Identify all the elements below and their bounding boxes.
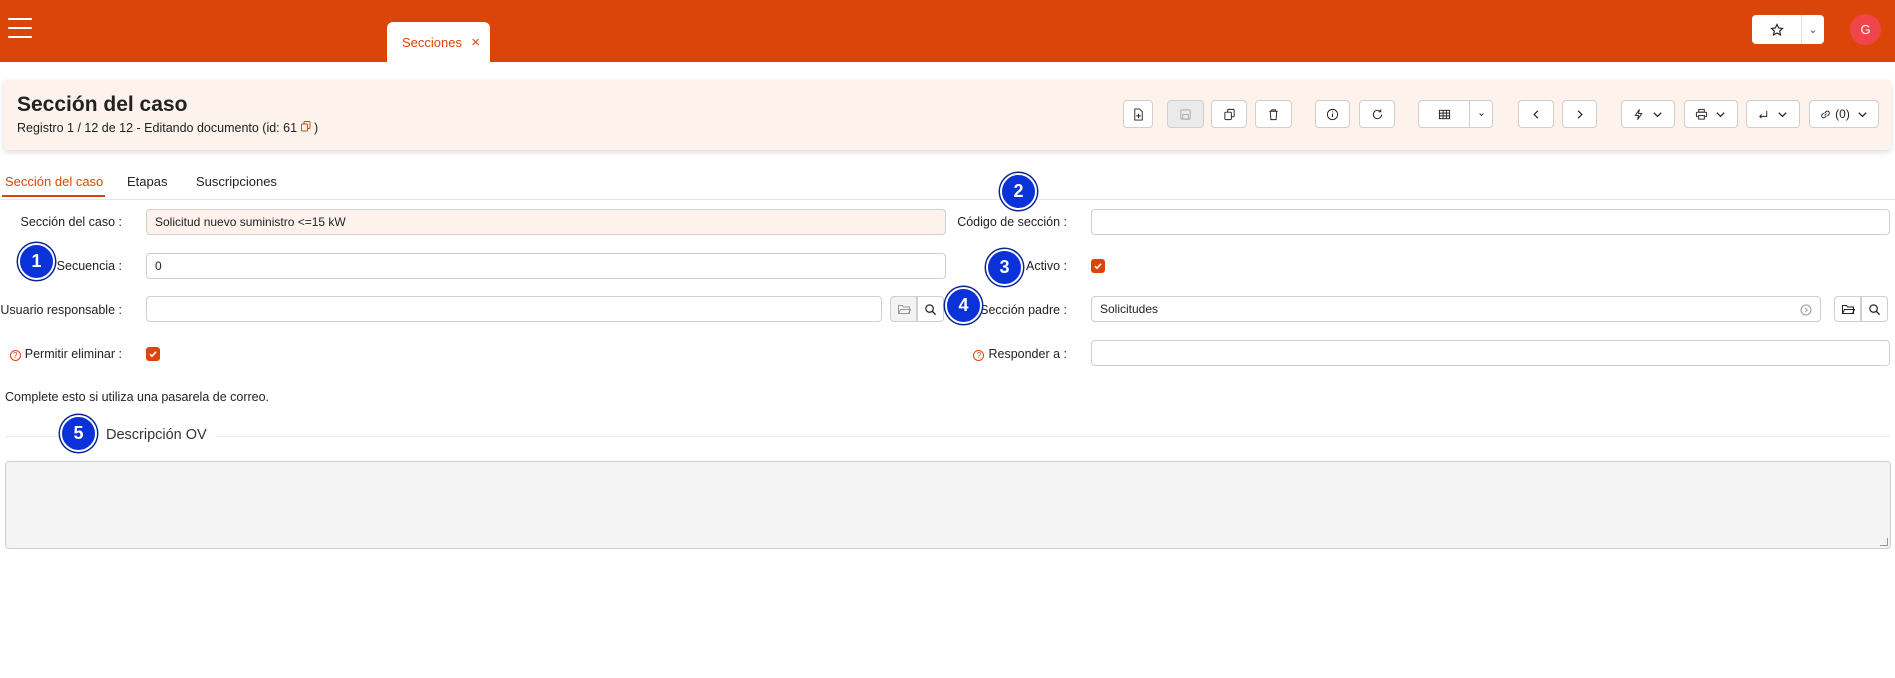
- fieldset-divider: [5, 436, 1890, 437]
- responder-text: Responder a :: [988, 347, 1067, 361]
- star-icon[interactable]: [1752, 15, 1802, 44]
- usuario-label: Usuario responsable :: [0, 303, 122, 317]
- record-status: Registro 1 / 12 de 12 - Editando documen…: [17, 121, 318, 135]
- print-menu-button[interactable]: [1684, 100, 1738, 128]
- activo-checkbox[interactable]: [1091, 259, 1105, 273]
- record-header: Sección del caso Registro 1 / 12 de 12 -…: [4, 80, 1891, 150]
- avatar[interactable]: G: [1850, 14, 1881, 45]
- new-document-icon: [1133, 107, 1143, 121]
- view-mode-dropdown[interactable]: [1469, 100, 1493, 128]
- permitir-eliminar-label: ? Permitir eliminar :: [0, 347, 122, 361]
- dropdown-caret-icon: [1478, 112, 1484, 116]
- previous-record-button[interactable]: [1518, 100, 1554, 128]
- codigo-label: Código de sección :: [957, 215, 1067, 229]
- document-tab[interactable]: Secciones ×: [387, 22, 490, 62]
- links-menu-button[interactable]: (0): [1809, 100, 1879, 128]
- links-count: (0): [1835, 107, 1850, 121]
- grid-view-icon: [1438, 109, 1450, 119]
- usuario-browse-button[interactable]: [890, 296, 917, 322]
- help-icon[interactable]: ?: [973, 350, 985, 361]
- padre-browse-button[interactable]: [1834, 296, 1861, 322]
- tab-etapas[interactable]: Etapas: [127, 174, 167, 189]
- tab-seccion-del-caso[interactable]: Sección del caso: [1, 174, 106, 197]
- process-menu-button[interactable]: [1621, 100, 1675, 128]
- section-tabs: Sección del caso Etapas Suscripciones: [0, 170, 1895, 200]
- next-record-button[interactable]: [1562, 100, 1597, 128]
- chevron-down-icon: [1858, 111, 1867, 117]
- responder-input[interactable]: [1091, 340, 1890, 366]
- info-button[interactable]: [1315, 100, 1350, 128]
- folder-icon: [897, 305, 911, 314]
- link-icon: [1821, 110, 1830, 118]
- refresh-button[interactable]: [1359, 100, 1395, 128]
- delete-icon: [1269, 108, 1278, 120]
- permitir-eliminar-text: Permitir eliminar :: [24, 347, 122, 361]
- report-icon: [1759, 110, 1768, 119]
- process-icon: [1634, 108, 1643, 120]
- record-status-text: Registro 1 / 12 de 12 - Editando documen…: [17, 121, 301, 135]
- help-icon[interactable]: ?: [9, 350, 21, 361]
- search-icon: [1869, 303, 1881, 315]
- save-button[interactable]: [1167, 100, 1204, 128]
- save-icon: [1180, 108, 1191, 120]
- resize-handle[interactable]: [1880, 538, 1888, 546]
- seccion-input[interactable]: Solicitud nuevo suministro <=15 kW: [146, 209, 946, 235]
- badge-3: 3: [986, 249, 1023, 286]
- chevron-down-icon: [1653, 111, 1662, 117]
- chevron-down-icon: [1778, 111, 1787, 117]
- check-icon: [1094, 263, 1102, 270]
- new-document-button[interactable]: [1123, 100, 1153, 128]
- favorites-dropdown-icon[interactable]: ⌄: [1802, 15, 1824, 44]
- copy-button[interactable]: [1211, 100, 1247, 128]
- report-menu-button[interactable]: [1746, 100, 1800, 128]
- tab-suscripciones[interactable]: Suscripciones: [196, 174, 277, 189]
- gateway-note: Complete esto si utiliza una pasarela de…: [5, 390, 270, 404]
- check-icon: [149, 351, 157, 358]
- refresh-icon: [1372, 108, 1382, 119]
- padre-search-button[interactable]: [1861, 296, 1888, 322]
- view-mode-button[interactable]: [1418, 100, 1470, 128]
- print-icon: [1695, 108, 1708, 120]
- copy-id-icon[interactable]: [300, 121, 314, 135]
- previous-icon: [1532, 109, 1538, 119]
- favorites-group: ⌄: [1752, 15, 1824, 44]
- padre-input[interactable]: Solicitudes: [1091, 296, 1821, 322]
- codigo-input[interactable]: [1091, 209, 1890, 235]
- chevron-down-icon: [1716, 111, 1725, 117]
- badge-1: 1: [18, 243, 55, 280]
- close-tab-icon[interactable]: ×: [471, 34, 480, 51]
- go-to-record-icon[interactable]: [1800, 304, 1812, 316]
- descripcion-textarea[interactable]: [5, 461, 1891, 549]
- seccion-label: Sección del caso :: [20, 215, 122, 229]
- permitir-eliminar-checkbox[interactable]: [146, 347, 160, 361]
- descripcion-title: Descripción OV: [98, 427, 215, 443]
- search-icon: [925, 303, 937, 315]
- page-title: Sección del caso: [17, 93, 188, 116]
- folder-icon: [1841, 305, 1855, 314]
- badge-2: 2: [1000, 173, 1037, 210]
- info-icon: [1326, 108, 1339, 120]
- responder-label: ? Responder a :: [950, 347, 1067, 361]
- secuencia-input[interactable]: 0: [146, 253, 946, 279]
- usuario-search-button[interactable]: [917, 296, 944, 322]
- next-icon: [1577, 109, 1583, 119]
- delete-button[interactable]: [1255, 100, 1292, 128]
- record-status-end: ): [314, 121, 319, 135]
- badge-5: 5: [60, 415, 97, 452]
- copy-icon: [1223, 108, 1235, 120]
- usuario-input[interactable]: [146, 296, 882, 322]
- badge-4: 4: [945, 287, 982, 324]
- document-tab-label: Secciones: [402, 34, 462, 50]
- top-bar: Secciones × ⌄ G: [0, 0, 1895, 62]
- padre-value: Solicitudes: [1100, 302, 1159, 316]
- menu-icon[interactable]: [8, 18, 32, 40]
